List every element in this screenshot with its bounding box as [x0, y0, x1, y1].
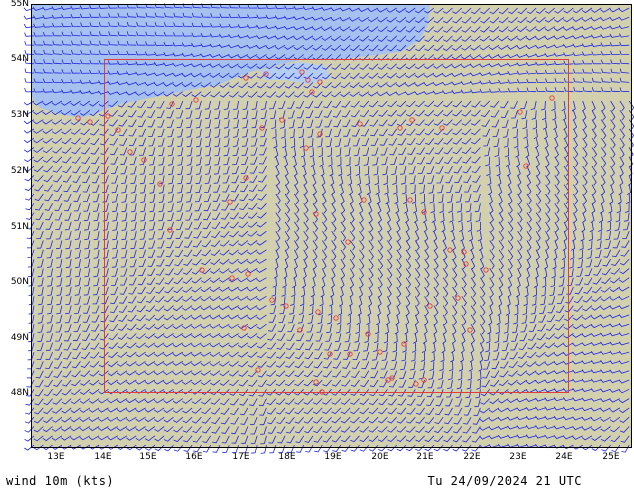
- lon-axis: 13E 14E 15E 16E 17E 18E 19E 20E 21E 22E …: [47, 452, 619, 462]
- lat-label-48n: 48N: [11, 388, 29, 398]
- lon-label-24e: 24E: [555, 452, 572, 462]
- lon-label-17e: 17E: [232, 452, 249, 462]
- lon-label-16e: 16E: [185, 452, 202, 462]
- lon-label-13e: 13E: [47, 452, 64, 462]
- lon-label-15e: 15E: [139, 452, 156, 462]
- lat-label-49n: 49N: [11, 333, 29, 343]
- lon-label-19e: 19E: [324, 452, 341, 462]
- lat-label-53n: 53N: [11, 110, 29, 120]
- lon-label-14e: 14E: [94, 452, 111, 462]
- lon-label-22e: 22E: [463, 452, 480, 462]
- lon-label-21e: 21E: [416, 452, 433, 462]
- lon-label-25e: 25E: [602, 452, 619, 462]
- lat-label-52n: 52N: [11, 166, 29, 176]
- wind-map: 13E 14E 15E 16E 17E 18E 19E 20E 21E 22E …: [11, 0, 634, 462]
- lon-label-20e: 20E: [371, 452, 388, 462]
- footer-timestamp: Tu 24/09/2024 21 UTC: [427, 474, 582, 488]
- lat-label-51n: 51N: [11, 222, 29, 232]
- lat-label-54n: 54N: [11, 54, 29, 64]
- lon-label-18e: 18E: [278, 452, 295, 462]
- lat-label-55n: 55N: [11, 0, 29, 9]
- footer-variable-label: wind 10m (kts): [6, 474, 115, 488]
- lon-label-23e: 23E: [509, 452, 526, 462]
- lat-label-50n: 50N: [11, 277, 29, 287]
